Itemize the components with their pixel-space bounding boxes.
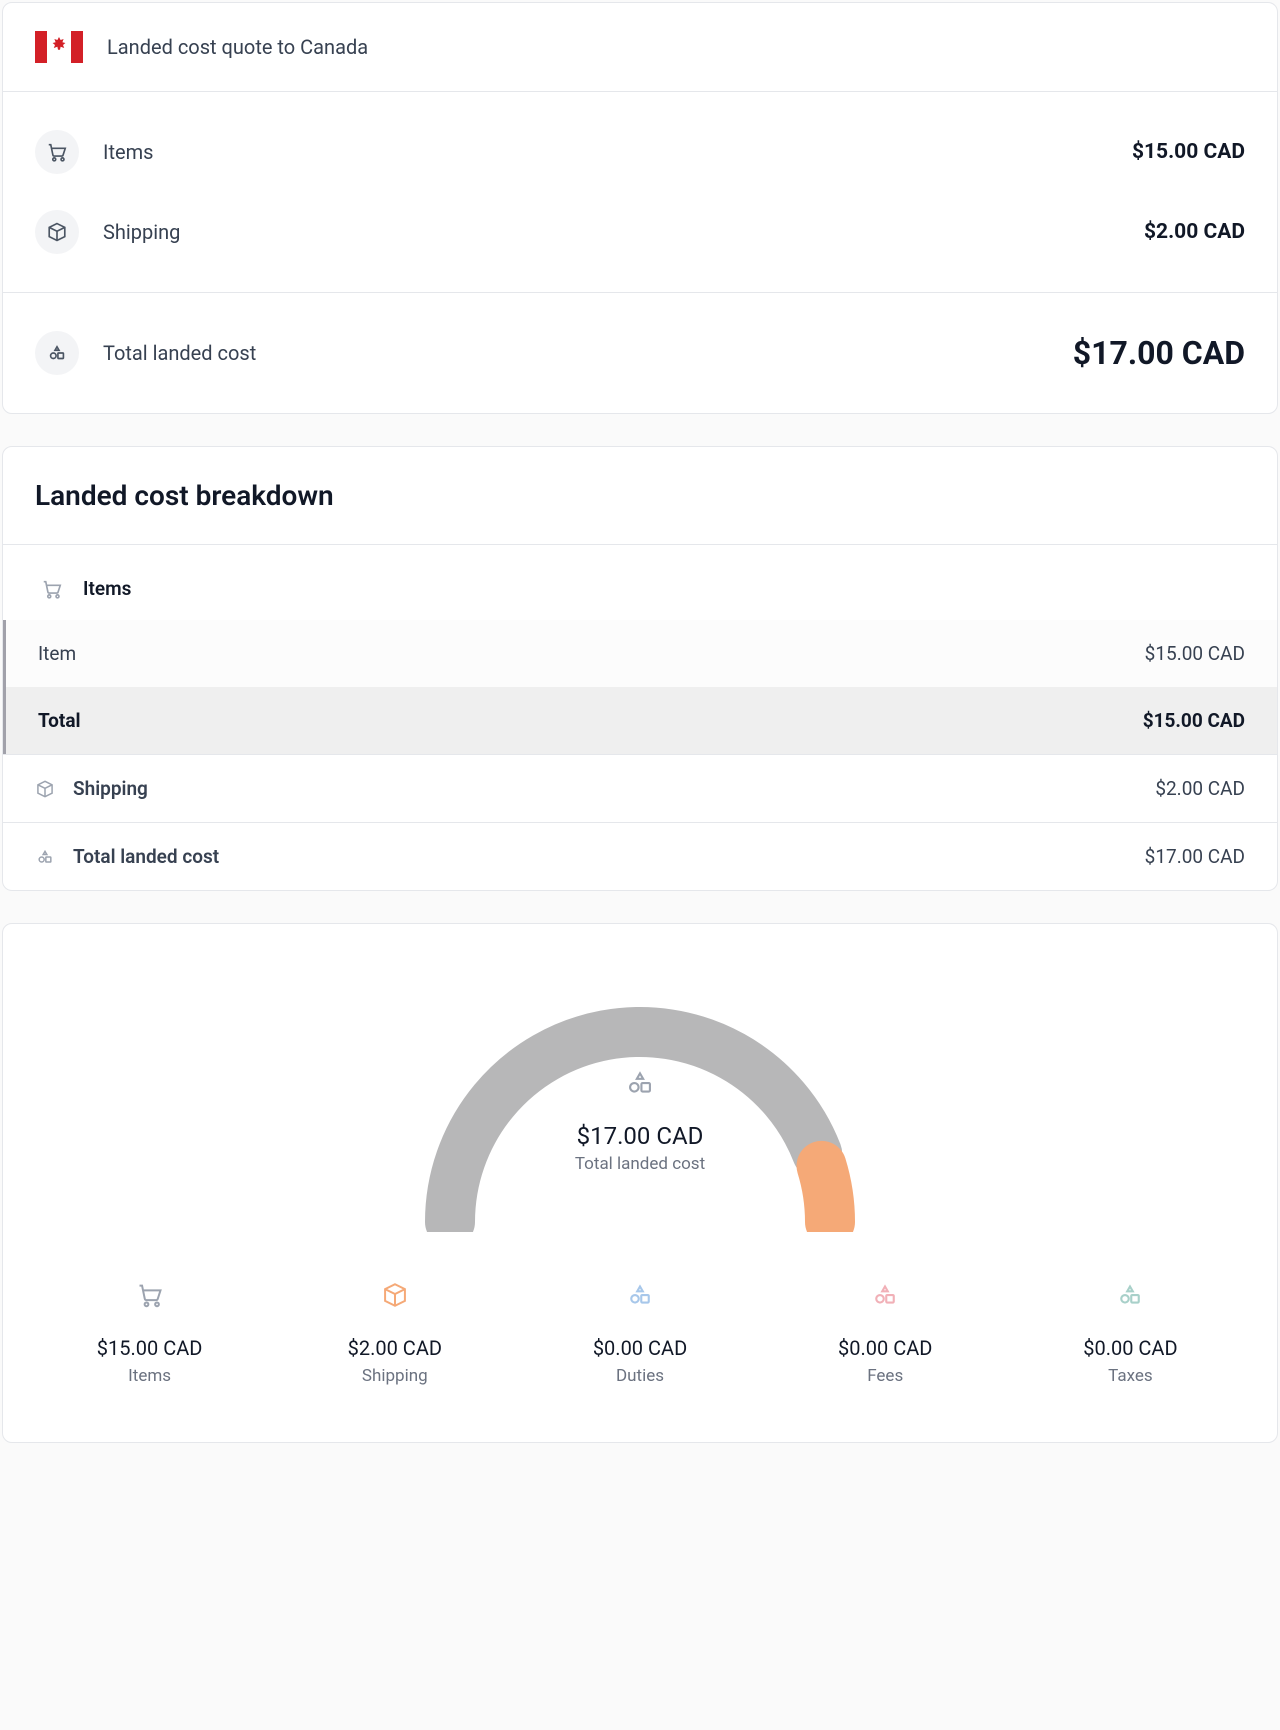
quote-line-label: Items [103,140,153,164]
legend-amount: $0.00 CAD [1016,1336,1245,1360]
breakdown-title: Landed cost breakdown [35,479,1245,512]
breakdown-card: Landed cost breakdown Items Item $15.00 … [2,446,1278,891]
breakdown-row-label: Item [38,642,76,665]
legend-item-items: $15.00 CAD Items [35,1280,264,1386]
legend-amount: $0.00 CAD [525,1336,754,1360]
gauge-amount: $17.00 CAD [395,1122,885,1150]
quote-card: Landed cost quote to Canada Items $15.00… [2,2,1278,414]
quote-line-items: Items $15.00 CAD [35,112,1245,192]
breakdown-total-row: Total landed cost $17.00 CAD [3,822,1277,890]
breakdown-row-label: Total [38,709,81,732]
breakdown-total-value: $17.00 CAD [1145,845,1245,868]
breakdown-item-total-row: Total $15.00 CAD [3,687,1277,754]
quote-total-label: Total landed cost [103,341,256,365]
landed-cost-gauge: $17.00 CAD Total landed cost [395,972,885,1232]
legend-item-fees: $0.00 CAD Fees [771,1280,1000,1386]
gauge-card: $17.00 CAD Total landed cost $15.00 CAD … [2,923,1278,1443]
legend-amount: $15.00 CAD [35,1336,264,1360]
quote-total-row: Total landed cost $17.00 CAD [35,313,1245,393]
canada-flag-icon [35,31,83,63]
breakdown-row-value: $15.00 CAD [1143,709,1245,732]
cart-icon [35,130,79,174]
legend-label: Taxes [1016,1366,1245,1386]
quote-title: Landed cost quote to Canada [107,35,368,59]
box-icon [379,1280,411,1310]
legend-amount: $0.00 CAD [771,1336,1000,1360]
legend-amount: $2.00 CAD [280,1336,509,1360]
legend-item-duties: $0.00 CAD Duties [525,1280,754,1386]
box-icon [35,210,79,254]
breakdown-header: Landed cost breakdown [3,447,1277,545]
shapes-icon [1114,1280,1146,1310]
legend-label: Items [35,1366,264,1386]
cart-icon [134,1280,166,1310]
breakdown-shipping-value: $2.00 CAD [1155,777,1245,800]
shapes-icon [623,1068,657,1098]
breakdown-item-row: Item $15.00 CAD [3,620,1277,687]
breakdown-shipping-label: Shipping [73,777,148,800]
quote-line-value: $15.00 CAD [1132,140,1245,164]
shapes-icon [869,1280,901,1310]
quote-line-label: Shipping [103,220,180,244]
quote-header: Landed cost quote to Canada [3,3,1277,92]
breakdown-items-label: Items [83,577,131,600]
gauge-legend: $15.00 CAD Items $2.00 CAD Shipping $0.0… [35,1280,1245,1386]
shapes-icon [35,331,79,375]
cart-icon [41,578,63,600]
shapes-icon [35,848,55,866]
gauge-label: Total landed cost [395,1154,885,1174]
box-icon [35,779,55,799]
legend-label: Shipping [280,1366,509,1386]
legend-item-shipping: $2.00 CAD Shipping [280,1280,509,1386]
legend-label: Duties [525,1366,754,1386]
breakdown-items-header: Items [3,545,1277,620]
quote-total-value: $17.00 CAD [1073,334,1245,372]
shapes-icon [624,1280,656,1310]
breakdown-shipping-row: Shipping $2.00 CAD [3,754,1277,822]
quote-line-shipping: Shipping $2.00 CAD [35,192,1245,272]
legend-item-taxes: $0.00 CAD Taxes [1016,1280,1245,1386]
quote-line-value: $2.00 CAD [1144,220,1245,244]
legend-label: Fees [771,1366,1000,1386]
breakdown-total-label: Total landed cost [73,845,219,868]
breakdown-row-value: $15.00 CAD [1145,642,1245,665]
